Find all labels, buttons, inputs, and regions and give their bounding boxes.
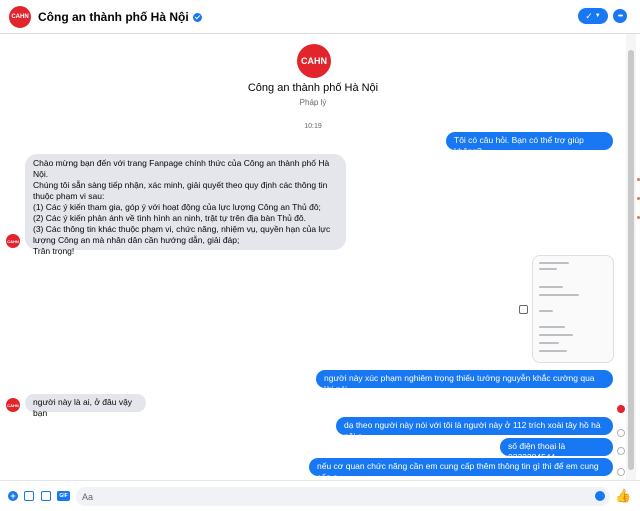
attachment-preview-line [539, 342, 559, 344]
sender-avatar[interactable]: CAHN [6, 398, 20, 412]
message-thread[interactable]: CAHN Công an thành phố Hà Nội Pháp lý 10… [0, 34, 626, 480]
sticker-icon[interactable] [41, 491, 51, 501]
message-input[interactable] [76, 487, 610, 506]
outgoing-message[interactable]: người này xúc phạm nghiêm trọng thiếu tư… [316, 370, 613, 394]
conversation-title[interactable]: Công an thành phố Hà Nội [38, 10, 202, 24]
sent-status-icon [617, 468, 625, 476]
verified-badge-icon [192, 13, 202, 22]
plus-icon[interactable]: + [8, 491, 18, 501]
outgoing-message[interactable]: số điện thoại là 0332284544 [500, 438, 613, 462]
attachment-preview-line [539, 294, 579, 296]
profile-category: Pháp lý [299, 98, 327, 107]
outgoing-message[interactable]: dạ theo người này nói với tôi là người n… [336, 417, 613, 441]
sent-status-icon [617, 447, 625, 455]
scrollbar-thumb[interactable] [628, 50, 634, 470]
incoming-message[interactable]: Chào mừng bạn đến với trang Fanpage chín… [25, 154, 346, 256]
gif-icon[interactable]: GIF [57, 491, 70, 501]
sent-status-icon [617, 429, 625, 437]
message-composer: + GIF 👍 [0, 480, 640, 511]
emoji-icon[interactable] [595, 491, 605, 501]
share-icon[interactable] [519, 305, 528, 314]
page-avatar[interactable]: CAHN [9, 6, 31, 28]
attachment-preview-line [539, 286, 563, 288]
attachment-preview-line [539, 326, 565, 328]
attachment-preview-line [539, 262, 569, 264]
outgoing-message[interactable]: Tôi có câu hỏi. Bạn có thể trợ giúp khôn… [446, 132, 613, 156]
attachment-preview-line [539, 334, 573, 336]
profile-name: Công an thành phố Hà Nội [247, 82, 379, 94]
attachment-preview-line [539, 310, 553, 312]
chat-header: CAHN Công an thành phố Hà Nội ✓ ▼ ••• [0, 0, 640, 34]
status-dropdown-button[interactable]: ✓ ▼ [578, 8, 608, 24]
message-timestamp: 10:19 [304, 123, 322, 130]
incoming-message[interactable]: người này là ai, ở đâu vậy bạn [25, 394, 146, 418]
conversation-title-text[interactable]: Công an thành phố Hà Nội [38, 10, 189, 24]
attachment-preview-line [539, 350, 567, 352]
more-options-icon[interactable]: ••• [613, 9, 627, 23]
outgoing-message[interactable]: nếu cơ quan chức năng cần em cung cấp th… [309, 458, 613, 480]
image-icon[interactable] [24, 491, 34, 501]
profile-avatar[interactable]: CAHN [297, 44, 331, 78]
sender-avatar[interactable]: CAHN [6, 234, 20, 248]
chevron-down-icon: ▼ [594, 13, 601, 19]
check-icon: ✓ [585, 10, 593, 21]
image-attachment[interactable] [532, 255, 614, 363]
like-icon[interactable]: 👍 [615, 488, 631, 504]
attachment-preview-line [539, 268, 557, 270]
read-receipt-avatar [617, 405, 625, 413]
